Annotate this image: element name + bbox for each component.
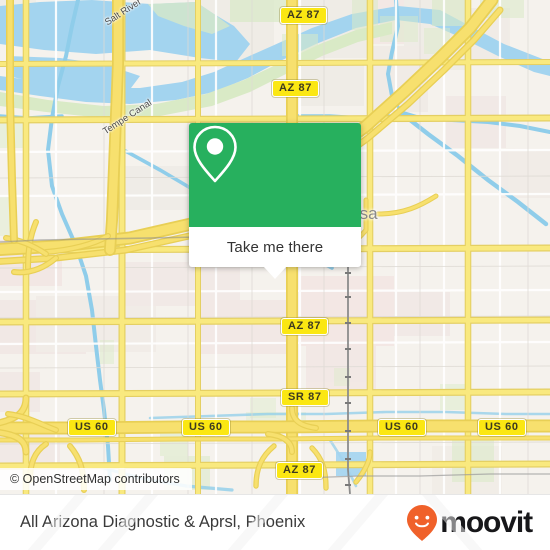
map-canvas[interactable]: Salt River Tempe Canal Mesa AZ 87 AZ 87 … [0,0,550,494]
highway-shield-us60-mideast[interactable]: US 60 [378,419,426,436]
moovit-logo[interactable]: moovit [406,504,533,542]
bottom-info-bar: All Arizona Diagnostic & Aprsl, Phoenix … [0,494,550,550]
moovit-pin-icon [407,504,438,541]
screenshot-root: Salt River Tempe Canal Mesa AZ 87 AZ 87 … [0,0,550,550]
popup-header [189,123,361,227]
highway-shield-us60-midwest[interactable]: US 60 [182,419,230,436]
map-attribution[interactable]: © OpenStreetMap contributors [0,468,192,490]
highway-shield-az87-north[interactable]: AZ 87 [280,7,327,24]
highway-shield-az87-mid[interactable]: AZ 87 [281,318,328,335]
highway-shield-us60-east[interactable]: US 60 [478,419,526,436]
highway-shield-az87-upper[interactable]: AZ 87 [272,80,319,97]
popup-footer[interactable]: Take me there [189,227,361,267]
map-popup-card[interactable]: Take me there [189,123,361,267]
moovit-wordmark: moovit [440,505,533,539]
place-title: All Arizona Diagnostic & Aprsl, Phoenix [20,513,306,531]
popup-tail-arrow [264,267,286,279]
highway-shield-az87-south[interactable]: AZ 87 [276,462,323,479]
location-pin-icon [193,125,237,183]
highway-shield-us60-west[interactable]: US 60 [68,419,116,436]
highway-shield-sr87[interactable]: SR 87 [281,389,329,406]
take-me-there-label: Take me there [226,238,324,256]
